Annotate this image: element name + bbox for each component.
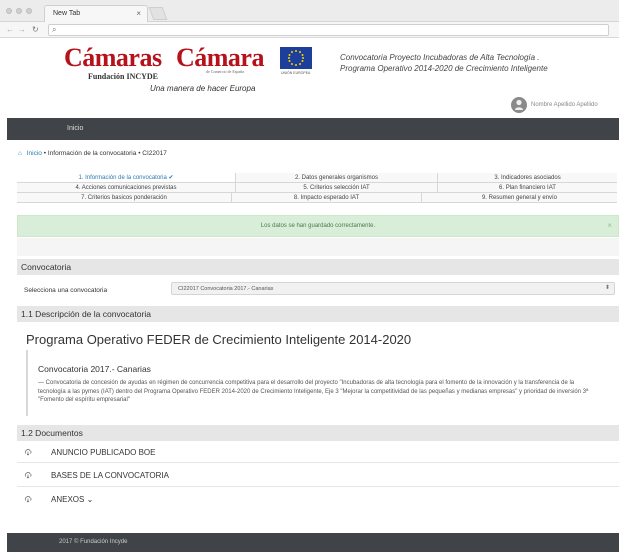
description-section-header: 1.1 Descripción de la convocatoria bbox=[17, 306, 619, 322]
breadcrumb-separator: • bbox=[43, 150, 47, 157]
browser-toolbar: ← → ↻ ⌕ bbox=[0, 22, 619, 38]
document-label: ANEXOS ⌄ bbox=[51, 495, 94, 504]
logo2-wordmark: Cámara bbox=[176, 43, 264, 72]
back-arrow-icon[interactable]: ← bbox=[6, 25, 14, 34]
breadcrumb-separator: • bbox=[138, 150, 141, 157]
footer: 2017 © Fundación Incyde bbox=[7, 533, 619, 552]
breadcrumb-home-link[interactable]: Inicio bbox=[27, 150, 42, 157]
header-title: Convocatoria Proyecto Incubadoras de Alt… bbox=[340, 52, 600, 74]
address-bar[interactable]: ⌕ bbox=[48, 24, 609, 36]
document-item[interactable]: ANUNCIO PUBLICADO BOE bbox=[24, 446, 614, 460]
home-icon[interactable]: ⌂ bbox=[18, 150, 22, 157]
alert-message: Los datos se han guardado correctamente. bbox=[260, 223, 376, 229]
eu-caption: UNIÓN EUROPEA bbox=[281, 71, 311, 75]
user-avatar-icon[interactable] bbox=[511, 97, 527, 113]
document-item[interactable]: BASES DE LA CONVOCATORIA bbox=[24, 469, 614, 483]
browser-tab-title: New Tab bbox=[53, 10, 81, 17]
alert-close-icon[interactable]: × bbox=[607, 221, 612, 230]
user-name-link[interactable]: Nombre Apellido Apellido bbox=[531, 102, 598, 108]
footer-copyright: 2017 © Fundación Incyde bbox=[59, 539, 128, 545]
forward-arrow-icon[interactable]: → bbox=[18, 25, 26, 34]
main-navigation: Inicio bbox=[7, 118, 619, 140]
divider bbox=[17, 486, 619, 487]
convocatoria-name: Convocatoria 2017.- Canarias bbox=[38, 364, 151, 374]
search-icon: ⌕ bbox=[52, 25, 57, 34]
header-title-line1: Convocatoria Proyecto Incubadoras de Alt… bbox=[340, 53, 540, 62]
convocatoria-select-label: Selecciona una convocatoria bbox=[24, 287, 108, 294]
documents-section-header: 1.2 Documentos bbox=[17, 425, 619, 441]
success-alert: Los datos se han guardado correctamente.… bbox=[17, 215, 619, 237]
document-label: ANUNCIO PUBLICADO BOE bbox=[51, 448, 156, 457]
convocatoria-quote: Convocatoria 2017.- Canarias — Convocato… bbox=[26, 350, 598, 416]
breadcrumb-page: Información de la convocatoria bbox=[47, 150, 137, 157]
logo1-subtitle: Fundación INCYDE bbox=[88, 72, 159, 81]
cloud-download-icon bbox=[24, 449, 32, 456]
tab-step-8[interactable]: 8. Impacto esperado IAT bbox=[232, 193, 422, 202]
program-title: Programa Operativo FEDER de Crecimiento … bbox=[26, 332, 412, 347]
tab-step-9[interactable]: 9. Resumen general y envío bbox=[422, 193, 617, 202]
spacer-strip bbox=[17, 238, 619, 256]
slogan: Una manera de hacer Europa bbox=[150, 84, 256, 93]
convocatoria-select[interactable]: CI22017 Convocatoria 2017.- Canarias ⬍ bbox=[171, 282, 615, 295]
tab-step-2[interactable]: 2. Datos generales organismos bbox=[236, 173, 438, 182]
breadcrumb: ⌂ Inicio • Información de la convocatori… bbox=[18, 150, 167, 157]
convocatoria-section-header: Convocatoria bbox=[17, 259, 619, 275]
steps-row-1: 1. Información de la convocatoria ✔ 2. D… bbox=[17, 173, 617, 183]
tab-step-4[interactable]: 4. Acciones comunicaciones previstas bbox=[17, 183, 236, 192]
tab-step-7[interactable]: 7. Criterios basicos ponderación bbox=[17, 193, 232, 202]
section-title: 1.1 Descripción de la convocatoria bbox=[21, 309, 151, 319]
eu-flag-icon bbox=[280, 47, 312, 69]
logo2-subtitle: de Comercio de España bbox=[206, 69, 244, 74]
wizard-steps: 1. Información de la convocatoria ✔ 2. D… bbox=[17, 173, 617, 203]
breadcrumb-code: CI22017 bbox=[142, 150, 167, 157]
select-value: CI22017 Convocatoria 2017.- Canarias bbox=[178, 286, 274, 292]
divider bbox=[17, 462, 619, 463]
cloud-download-icon bbox=[24, 496, 32, 503]
camaras-incyde-logo[interactable]: Cámaras Fundación INCYDE bbox=[64, 45, 164, 85]
browser-tab[interactable]: New Tab × bbox=[44, 5, 148, 22]
window-close-button[interactable] bbox=[6, 8, 12, 14]
section-title: Convocatoria bbox=[21, 262, 72, 272]
tab-step-1[interactable]: 1. Información de la convocatoria ✔ bbox=[17, 173, 236, 182]
camara-espana-logo[interactable]: Cámara de Comercio de España bbox=[176, 45, 266, 85]
tab-close-icon[interactable]: × bbox=[136, 9, 141, 18]
document-item-anexos[interactable]: ANEXOS ⌄ bbox=[24, 493, 614, 507]
browser-tab-strip: New Tab × bbox=[0, 0, 619, 22]
new-tab-button[interactable] bbox=[148, 7, 168, 20]
tab-step-5[interactable]: 5. Criterios selección IAT bbox=[236, 183, 438, 192]
document-label: BASES DE LA CONVOCATORIA bbox=[51, 471, 169, 480]
tab-step-3[interactable]: 3. Indicadores asociados bbox=[438, 173, 617, 182]
tab-step-6[interactable]: 6. Plan financiero IAT bbox=[438, 183, 617, 192]
window-zoom-button[interactable] bbox=[26, 8, 32, 14]
section-title: 1.2 Documentos bbox=[21, 428, 83, 438]
reload-icon[interactable]: ↻ bbox=[32, 25, 39, 34]
cloud-download-icon bbox=[24, 472, 32, 479]
nav-item-inicio[interactable]: Inicio bbox=[67, 125, 83, 132]
select-caret-icon: ⬍ bbox=[604, 285, 610, 291]
steps-row-2: 4. Acciones comunicaciones previstas 5. … bbox=[17, 183, 617, 193]
steps-row-3: 7. Criterios basicos ponderación 8. Impa… bbox=[17, 193, 617, 203]
header-title-line2: Programa Operativo 2014-2020 de Crecimie… bbox=[340, 64, 548, 73]
logo1-wordmark: Cámaras bbox=[64, 43, 162, 72]
window-minimize-button[interactable] bbox=[16, 8, 22, 14]
convocatoria-description: — Convocatoria de concesión de ayudas en… bbox=[38, 380, 589, 403]
